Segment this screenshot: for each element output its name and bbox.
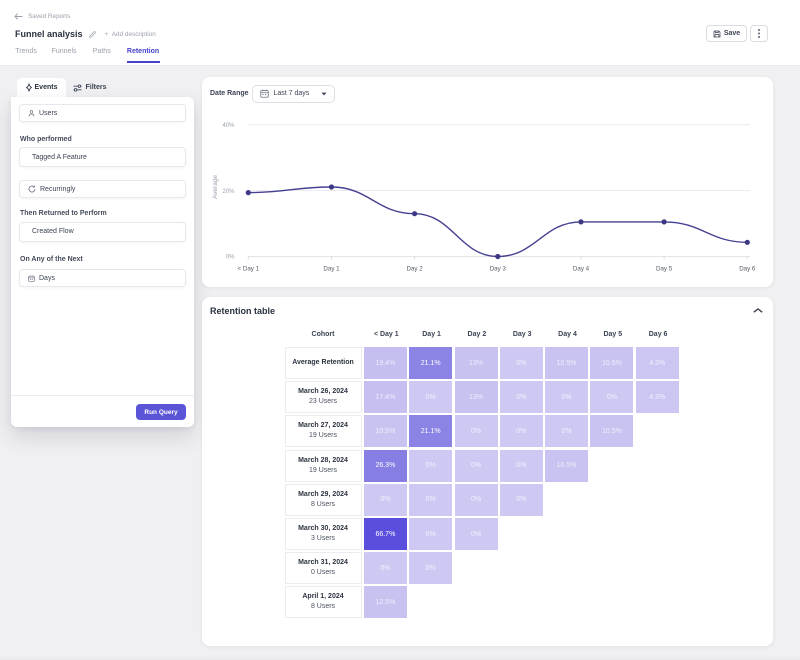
svg-text:Day 5: Day 5 bbox=[656, 266, 673, 273]
svg-text:Day 2: Day 2 bbox=[407, 266, 424, 273]
svg-text:Average: Average bbox=[212, 175, 219, 199]
svg-text:0%: 0% bbox=[226, 255, 235, 261]
svg-text:Day 3: Day 3 bbox=[490, 266, 507, 273]
svg-text:20%: 20% bbox=[222, 189, 235, 195]
svg-text:40%: 40% bbox=[222, 123, 235, 129]
svg-text:Day 4: Day 4 bbox=[573, 266, 590, 273]
svg-text:Day 6: Day 6 bbox=[739, 266, 756, 273]
svg-text:< Day 1: < Day 1 bbox=[238, 266, 260, 273]
svg-text:Day 1: Day 1 bbox=[323, 266, 340, 273]
